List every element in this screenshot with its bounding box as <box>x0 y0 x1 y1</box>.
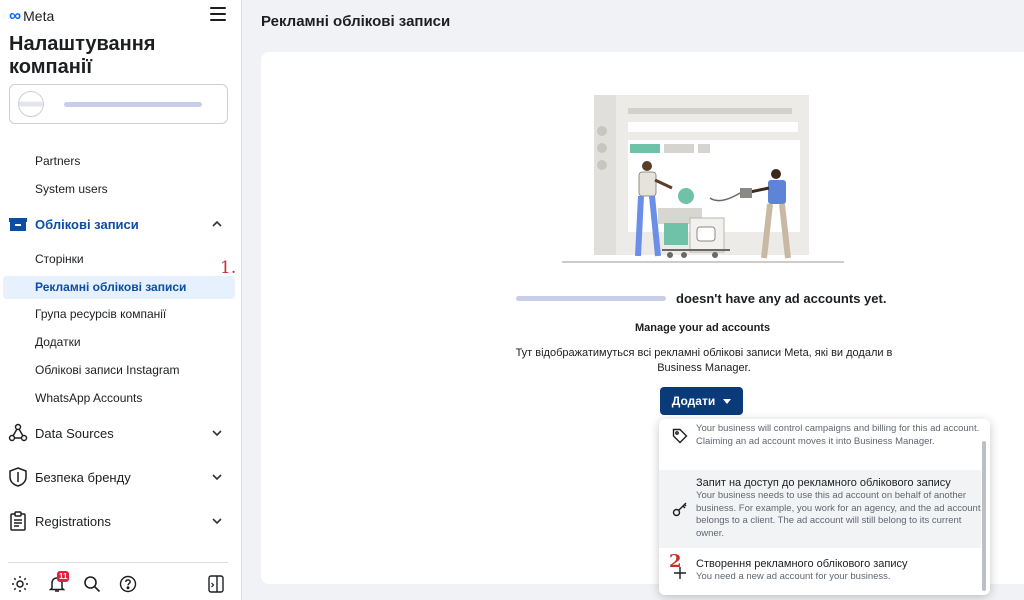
business-name-redacted <box>516 296 666 301</box>
shield-icon <box>8 467 28 487</box>
sidebar-item-system-users[interactable]: System users <box>35 182 108 196</box>
chevron-down-icon <box>212 428 222 439</box>
caret-down-icon <box>723 398 732 404</box>
sidebar-section-data-sources[interactable]: Data Sources <box>8 421 222 445</box>
meta-logo-text: Meta <box>23 7 55 24</box>
chevron-down-icon <box>212 472 222 483</box>
empty-state-message: doesn't have any ad accounts yet. <box>516 291 886 306</box>
hamburger-menu-icon[interactable] <box>210 6 226 22</box>
sidebar-section-brand-safety[interactable]: Безпека бренду <box>8 465 222 489</box>
gear-icon[interactable] <box>10 574 30 594</box>
sidebar-footer-toolbar: 11 <box>0 568 242 600</box>
annotation-step-2: 2 <box>669 551 682 572</box>
sidebar-item-business-asset-groups[interactable]: Група ресурсів компанії <box>35 307 166 321</box>
sidebar-section-label: Data Sources <box>35 425 114 441</box>
search-icon[interactable] <box>82 574 102 594</box>
empty-state-text: doesn't have any ad accounts yet. <box>676 291 887 306</box>
add-button-label: Додати <box>671 394 716 408</box>
add-dropdown-menu: Your business will control campaigns and… <box>659 419 990 595</box>
sidebar-item-pages[interactable]: Сторінки <box>35 252 84 266</box>
menu-item-title: Створення рекламного облікового запису <box>696 558 908 570</box>
key-icon <box>671 500 689 518</box>
menu-item-description: You need a new ad account for your busin… <box>696 571 891 582</box>
sidebar-section-label: Безпека бренду <box>35 469 131 485</box>
sidebar-section-registrations[interactable]: Registrations <box>8 509 222 533</box>
menu-item-description: Your business will control campaigns and… <box>696 423 980 447</box>
chevron-up-icon <box>212 219 222 230</box>
menu-item-description: Your business needs to use this ad accou… <box>696 490 981 539</box>
sidebar-divider <box>8 562 228 563</box>
sidebar-section-label: Registrations <box>35 513 111 529</box>
sidebar-section-label: Облікові записи <box>35 216 139 232</box>
clipboard-icon <box>8 511 28 531</box>
meta-infinity-icon: ∞ <box>9 6 22 25</box>
empty-state-illustration <box>562 95 844 263</box>
menu-item-create-ad-account[interactable]: Створення рекламного облікового запису Y… <box>659 554 981 592</box>
chevron-down-icon <box>212 516 222 527</box>
business-selector[interactable] <box>9 84 228 124</box>
annotation-step-1: 1. <box>220 258 237 278</box>
sidebar-item-whatsapp-accounts[interactable]: WhatsApp Accounts <box>35 391 142 405</box>
toggle-sidebar-icon[interactable] <box>206 574 226 594</box>
tag-icon <box>671 427 689 445</box>
data-sources-icon <box>8 423 28 443</box>
briefcase-icon <box>8 214 28 234</box>
sidebar-item-apps[interactable]: Додатки <box>35 335 81 349</box>
sidebar-section-accounts[interactable]: Облікові записи <box>8 212 222 236</box>
dropdown-scrollbar[interactable] <box>982 441 986 591</box>
help-icon[interactable] <box>118 574 138 594</box>
notification-badge: 11 <box>57 571 70 582</box>
empty-state-description: Тут відображатимуться всі рекламні облік… <box>515 347 893 374</box>
manage-title: Manage your ad accounts <box>635 322 771 334</box>
sidebar-item-partners[interactable]: Partners <box>35 154 80 168</box>
sidebar-item-ad-accounts[interactable]: Рекламні облікові записи <box>35 280 186 294</box>
menu-item-title: Запит на доступ до рекламного облікового… <box>696 477 951 489</box>
meta-logo[interactable]: ∞ Meta <box>9 7 54 24</box>
sidebar-item-instagram-accounts[interactable]: Облікові записи Instagram <box>35 363 180 377</box>
menu-item-claim-ad-account[interactable]: Your business will control campaigns and… <box>659 419 981 464</box>
add-button[interactable]: Додати <box>660 387 743 415</box>
page-title: Рекламні облікові записи <box>261 13 451 30</box>
business-avatar <box>18 91 44 117</box>
business-name-redacted <box>64 101 202 107</box>
page-title-sidebar: Налаштування компанії <box>9 33 156 78</box>
sidebar: ∞ Meta Налаштування компанії Partners Sy… <box>0 0 242 600</box>
menu-item-request-access[interactable]: Запит на доступ до рекламного облікового… <box>659 470 981 548</box>
